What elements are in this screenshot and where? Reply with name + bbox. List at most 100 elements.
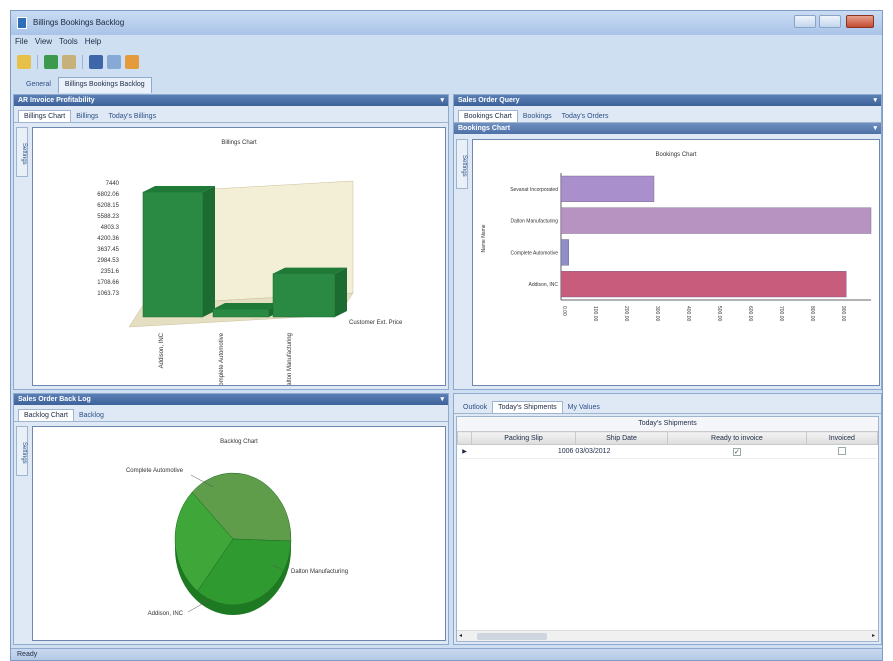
tab-bookings[interactable]: Bookings (518, 111, 557, 122)
scroll-right-icon[interactable]: ▸ (872, 632, 875, 639)
panel-tabs: Billings Chart Billings Today's Billings (14, 106, 448, 123)
settings-side-tab[interactable]: Settings (16, 127, 28, 177)
x-tick-label: 900.00 (840, 306, 846, 322)
bar (560, 207, 872, 234)
grid-title: Today's Shipments (457, 417, 878, 431)
y-tick-label: 7440 (106, 181, 120, 187)
category-label: Addison, INC (529, 282, 559, 288)
shipments-table: Packing Slip Ship Date Ready to invoice … (457, 431, 879, 459)
tab-todays-billings[interactable]: Today's Billings (103, 111, 161, 122)
toolbar-separator (82, 55, 83, 69)
tab-backlog[interactable]: Backlog (74, 410, 109, 421)
menu-help[interactable]: Help (85, 37, 101, 51)
bar-side (335, 267, 347, 317)
tab-billings-chart[interactable]: Billings Chart (18, 110, 72, 122)
close-button[interactable] (846, 15, 874, 28)
bar (560, 175, 655, 202)
y-tick-label: 2351.6 (101, 269, 120, 275)
cell-ready-to-invoice: ✓ (667, 444, 807, 459)
shipments-panel: Outlook Today's Shipments My Values Toda… (453, 393, 882, 645)
sub-panel-title: Bookings Chart (458, 125, 511, 132)
bookings-chart: Sevanat Incorporated Dalton Manufacturing… (481, 173, 872, 322)
x-tick-label: 400.00 (685, 306, 691, 322)
x-tick-label: 100.00 (592, 306, 598, 322)
y-tick-label: 4200.36 (97, 236, 119, 242)
cell-packing-slip: 1006 (471, 444, 576, 459)
invoiced-checkbox[interactable] (837, 446, 846, 455)
menu-file[interactable]: File (15, 37, 28, 51)
x-tick-label: 500.00 (716, 306, 722, 322)
pin-icon[interactable]: ▾ (440, 394, 444, 405)
bar (142, 191, 204, 318)
pin-icon[interactable]: ▾ (873, 95, 877, 106)
x-tick-label: 0.00 (561, 306, 567, 316)
table-row[interactable]: ▶ 1006 03/03/2012 ✓ (457, 444, 878, 459)
column-invoiced[interactable]: Invoiced (805, 431, 879, 445)
cell-ship-date: 03/03/2012 (575, 444, 668, 459)
pin-icon[interactable]: ▾ (873, 123, 877, 134)
backlog-chart-area: Backlog Chart Complete Automotive Dalton … (32, 426, 446, 641)
pin-icon[interactable]: ▾ (440, 95, 444, 106)
y-tick-label: 5588.23 (97, 214, 119, 220)
y-tick-label: 1063.73 (97, 291, 119, 297)
minimize-button[interactable] (794, 15, 816, 28)
save-icon[interactable] (89, 55, 103, 69)
bar (560, 271, 847, 298)
email-icon[interactable] (125, 55, 139, 69)
horizontal-scrollbar[interactable]: ◂ ▸ (457, 630, 878, 641)
tab-general[interactable]: General (19, 77, 58, 93)
pie-label: Addison, INC (148, 611, 184, 617)
category-label: Sevanat Incorporated (510, 187, 558, 193)
edit-icon[interactable] (62, 55, 76, 69)
app-window: Billings Bookings Backlog File View Tool… (10, 10, 883, 661)
tab-outlook[interactable]: Outlook (458, 402, 492, 413)
scroll-thumb[interactable] (477, 633, 547, 640)
bar (560, 239, 569, 266)
bar (212, 308, 270, 318)
shipments-grid: Today's Shipments Packing Slip Ship Date… (456, 416, 879, 642)
status-bar: Ready (11, 648, 882, 660)
bar-top (143, 186, 215, 192)
export-excel-icon[interactable] (44, 55, 58, 69)
panel-header: Sales Order Back Log ▾ (14, 394, 448, 405)
panel-tabs: Backlog Chart Backlog (14, 405, 448, 422)
maximize-button[interactable] (819, 15, 841, 28)
backlog-chart: Complete Automotive Dalton Manufacturing A… (126, 468, 348, 617)
column-ship-date[interactable]: Ship Date (574, 431, 669, 445)
tab-billings-bookings-backlog[interactable]: Billings Bookings Backlog (57, 77, 152, 93)
y-axis-label: Name Name (481, 224, 487, 252)
tab-billings[interactable]: Billings (71, 111, 103, 122)
x-axis-label: Customer Ext. Price (349, 320, 403, 326)
bar-top (273, 267, 347, 274)
settings-side-tab[interactable]: Settings (456, 139, 468, 189)
menu-tools[interactable]: Tools (59, 37, 78, 51)
column-packing-slip[interactable]: Packing Slip (471, 431, 576, 445)
backlog-panel: Sales Order Back Log ▾ Backlog Chart Bac… (13, 393, 449, 645)
title-bar: Billings Bookings Backlog (11, 11, 882, 35)
document-tabs: General Billings Bookings Backlog (19, 77, 152, 93)
menu-view[interactable]: View (35, 37, 52, 51)
panel-tabs: Bookings Chart Bookings Today's Orders (454, 106, 881, 123)
open-folder-icon[interactable] (17, 55, 31, 69)
x-tick-label: 800.00 (809, 306, 815, 322)
ready-checkbox[interactable]: ✓ (732, 447, 741, 456)
x-tick-label: 300.00 (654, 306, 660, 322)
settings-side-tab[interactable]: Settings (16, 426, 28, 476)
toolbar (17, 54, 139, 70)
tab-my-values[interactable]: My Values (563, 402, 605, 413)
tab-backlog-chart[interactable]: Backlog Chart (18, 409, 74, 421)
tab-todays-orders[interactable]: Today's Orders (557, 111, 614, 122)
sales-order-panel: Sales Order Query ▾ Bookings Chart Booki… (453, 94, 882, 390)
tab-bookings-chart[interactable]: Bookings Chart (458, 110, 518, 122)
bar-side (203, 186, 215, 317)
print-preview-icon[interactable] (107, 55, 121, 69)
panel-tabs: Outlook Today's Shipments My Values (454, 394, 881, 414)
column-ready-to-invoice[interactable]: Ready to invoice (667, 431, 807, 445)
y-tick-label: 2984.53 (97, 258, 119, 264)
x-tick-label: 600.00 (747, 306, 753, 322)
tab-todays-shipments[interactable]: Today's Shipments (492, 401, 563, 413)
billings-chart-area: Billings Chart 7440 6802.06 6208.15 5588.23… (32, 127, 446, 386)
scroll-left-icon[interactable]: ◂ (459, 632, 462, 639)
pie-label: Complete Automotive (126, 468, 184, 474)
x-tick-label: 200.00 (623, 306, 629, 322)
